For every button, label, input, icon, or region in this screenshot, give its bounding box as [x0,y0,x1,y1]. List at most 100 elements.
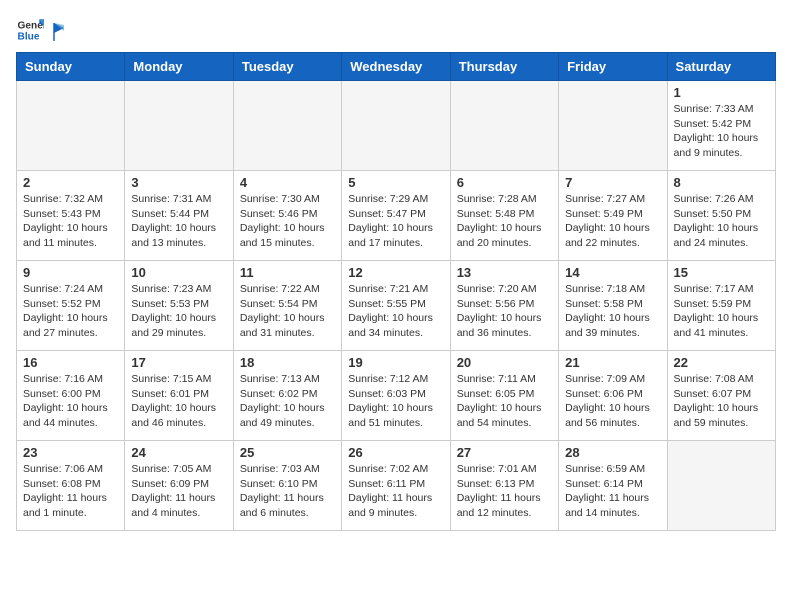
calendar-day: 2 Sunrise: 7:32 AMSunset: 5:43 PMDaylight… [17,171,125,261]
calendar-day: 24 Sunrise: 7:05 AMSunset: 6:09 PMDayligh… [125,441,233,531]
logo-icon: General Blue [16,16,44,44]
calendar-day [342,81,450,171]
calendar-day [125,81,233,171]
weekday-header-saturday: Saturday [667,53,775,81]
calendar-day: 27 Sunrise: 7:01 AMSunset: 6:13 PMDayligh… [450,441,558,531]
day-info: Sunrise: 7:24 AMSunset: 5:52 PMDaylight:… [23,282,118,341]
calendar-week-5: 23Sunrise: 7:06 AMSunset: 6:08 PMDayligh… [17,441,776,531]
calendar-day: 7Sunrise: 7:27 AMSunset: 5:49 PMDaylight… [559,171,667,261]
weekday-header-thursday: Thursday [450,53,558,81]
day-info: Sunrise: 7:26 AMSunset: 5:50 PMDaylight:… [674,192,769,251]
day-number: 13 [457,265,552,280]
day-info: Sunrise: 7:18 AMSunset: 5:58 PMDaylight:… [565,282,660,341]
weekday-header-tuesday: Tuesday [233,53,341,81]
weekday-header-sunday: Sunday [17,53,125,81]
day-number: 10 [131,265,226,280]
logo: General Blue [16,16,64,44]
day-info: Sunrise: 7:05 AMSunset: 6:09 PMDaylight:… [131,462,226,521]
calendar-day: 28 Sunrise: 6:59 AMSunset: 6:14 PMDayligh… [559,441,667,531]
calendar-day: 3 Sunrise: 7:31 AMSunset: 5:44 PMDaylight… [125,171,233,261]
day-info: Sunrise: 7:17 AMSunset: 5:59 PMDaylight:… [674,282,769,341]
weekday-header-monday: Monday [125,53,233,81]
calendar-day: 1Sunrise: 7:33 AMSunset: 5:42 PMDaylight… [667,81,775,171]
day-number: 25 [240,445,335,460]
day-number: 14 [565,265,660,280]
calendar-day: 10Sunrise: 7:23 AMSunset: 5:53 PMDayligh… [125,261,233,351]
day-number: 20 [457,355,552,370]
day-number: 19 [348,355,443,370]
calendar-day: 8 Sunrise: 7:26 AMSunset: 5:50 PMDaylight… [667,171,775,261]
day-number: 22 [674,355,769,370]
calendar-day [559,81,667,171]
day-info: Sunrise: 7:15 AMSunset: 6:01 PMDaylight:… [131,372,226,431]
day-number: 17 [131,355,226,370]
calendar-week-1: 1Sunrise: 7:33 AMSunset: 5:42 PMDaylight… [17,81,776,171]
weekday-header-row: SundayMondayTuesdayWednesdayThursdayFrid… [17,53,776,81]
day-info: Sunrise: 7:08 AMSunset: 6:07 PMDaylight:… [674,372,769,431]
day-info: Sunrise: 7:03 AMSunset: 6:10 PMDaylight:… [240,462,335,521]
calendar-table: SundayMondayTuesdayWednesdayThursdayFrid… [16,52,776,531]
calendar-day [233,81,341,171]
calendar-day [667,441,775,531]
day-info: Sunrise: 7:09 AMSunset: 6:06 PMDaylight:… [565,372,660,431]
day-info: Sunrise: 7:12 AMSunset: 6:03 PMDaylight:… [348,372,443,431]
calendar-day: 21 Sunrise: 7:09 AMSunset: 6:06 PMDayligh… [559,351,667,441]
calendar-day: 5 Sunrise: 7:29 AMSunset: 5:47 PMDaylight… [342,171,450,261]
calendar-day: 14 Sunrise: 7:18 AMSunset: 5:58 PMDayligh… [559,261,667,351]
day-info: Sunrise: 7:16 AMSunset: 6:00 PMDaylight:… [23,372,118,431]
day-info: Sunrise: 7:31 AMSunset: 5:44 PMDaylight:… [131,192,226,251]
weekday-header-wednesday: Wednesday [342,53,450,81]
day-number: 15 [674,265,769,280]
day-number: 8 [674,175,769,190]
calendar-day: 12Sunrise: 7:21 AMSunset: 5:55 PMDayligh… [342,261,450,351]
calendar-day: 17 Sunrise: 7:15 AMSunset: 6:01 PMDayligh… [125,351,233,441]
day-info: Sunrise: 7:33 AMSunset: 5:42 PMDaylight:… [674,102,769,161]
day-info: Sunrise: 7:28 AMSunset: 5:48 PMDaylight:… [457,192,552,251]
logo-flag-icon [46,21,64,43]
day-number: 18 [240,355,335,370]
calendar-day: 6 Sunrise: 7:28 AMSunset: 5:48 PMDaylight… [450,171,558,261]
day-info: Sunrise: 7:02 AMSunset: 6:11 PMDaylight:… [348,462,443,521]
day-number: 6 [457,175,552,190]
day-number: 4 [240,175,335,190]
day-number: 24 [131,445,226,460]
calendar-day [17,81,125,171]
svg-text:Blue: Blue [18,31,40,42]
calendar-week-2: 2 Sunrise: 7:32 AMSunset: 5:43 PMDaylight… [17,171,776,261]
day-number: 28 [565,445,660,460]
day-info: Sunrise: 7:32 AMSunset: 5:43 PMDaylight:… [23,192,118,251]
calendar-day: 13 Sunrise: 7:20 AMSunset: 5:56 PMDayligh… [450,261,558,351]
day-number: 5 [348,175,443,190]
calendar-day: 19 Sunrise: 7:12 AMSunset: 6:03 PMDayligh… [342,351,450,441]
day-info: Sunrise: 7:30 AMSunset: 5:46 PMDaylight:… [240,192,335,251]
day-info: Sunrise: 7:20 AMSunset: 5:56 PMDaylight:… [457,282,552,341]
day-info: Sunrise: 7:27 AMSunset: 5:49 PMDaylight:… [565,192,660,251]
day-number: 2 [23,175,118,190]
calendar-day [450,81,558,171]
calendar-day: 18 Sunrise: 7:13 AMSunset: 6:02 PMDayligh… [233,351,341,441]
calendar-day: 4 Sunrise: 7:30 AMSunset: 5:46 PMDaylight… [233,171,341,261]
day-info: Sunrise: 7:01 AMSunset: 6:13 PMDaylight:… [457,462,552,521]
day-number: 27 [457,445,552,460]
calendar-week-3: 9Sunrise: 7:24 AMSunset: 5:52 PMDaylight… [17,261,776,351]
weekday-header-friday: Friday [559,53,667,81]
calendar-day: 11 Sunrise: 7:22 AMSunset: 5:54 PMDayligh… [233,261,341,351]
calendar-day: 23Sunrise: 7:06 AMSunset: 6:08 PMDayligh… [17,441,125,531]
day-info: Sunrise: 7:06 AMSunset: 6:08 PMDaylight:… [23,462,118,521]
day-info: Sunrise: 7:22 AMSunset: 5:54 PMDaylight:… [240,282,335,341]
day-number: 21 [565,355,660,370]
calendar-day: 26Sunrise: 7:02 AMSunset: 6:11 PMDayligh… [342,441,450,531]
day-info: Sunrise: 7:13 AMSunset: 6:02 PMDaylight:… [240,372,335,431]
day-info: Sunrise: 7:11 AMSunset: 6:05 PMDaylight:… [457,372,552,431]
calendar-day: 15 Sunrise: 7:17 AMSunset: 5:59 PMDayligh… [667,261,775,351]
calendar-day: 25 Sunrise: 7:03 AMSunset: 6:10 PMDayligh… [233,441,341,531]
day-number: 11 [240,265,335,280]
day-info: Sunrise: 6:59 AMSunset: 6:14 PMDaylight:… [565,462,660,521]
calendar-week-4: 16Sunrise: 7:16 AMSunset: 6:00 PMDayligh… [17,351,776,441]
day-number: 3 [131,175,226,190]
day-info: Sunrise: 7:29 AMSunset: 5:47 PMDaylight:… [348,192,443,251]
calendar-day: 20 Sunrise: 7:11 AMSunset: 6:05 PMDayligh… [450,351,558,441]
day-info: Sunrise: 7:21 AMSunset: 5:55 PMDaylight:… [348,282,443,341]
calendar-day: 22 Sunrise: 7:08 AMSunset: 6:07 PMDayligh… [667,351,775,441]
calendar-day: 9Sunrise: 7:24 AMSunset: 5:52 PMDaylight… [17,261,125,351]
